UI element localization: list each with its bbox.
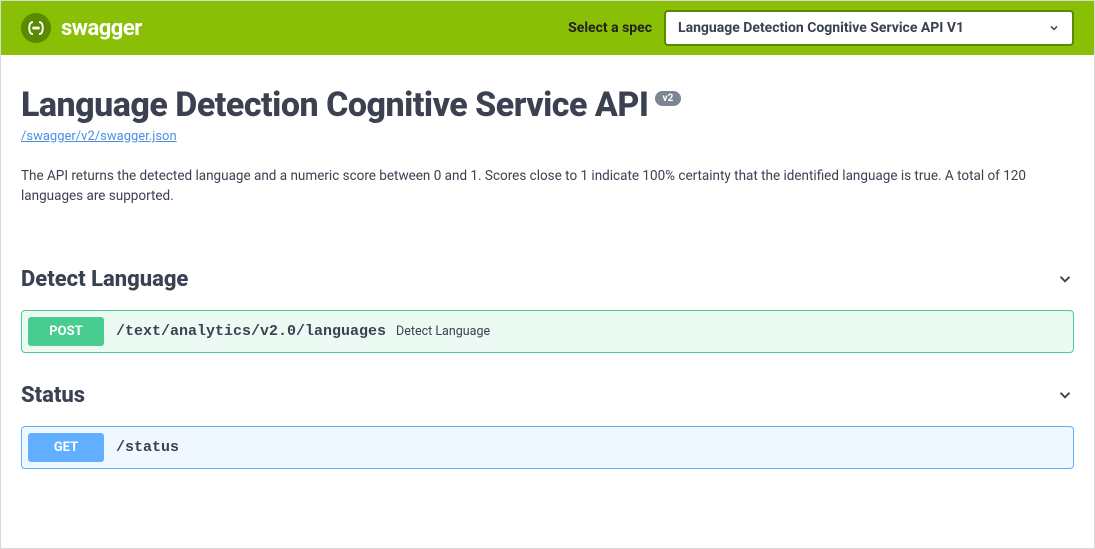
content: Language Detection Cognitive Service API… [1,55,1094,489]
chevron-down-icon [1056,270,1074,288]
operation-get-status[interactable]: GET /status [21,426,1074,469]
operation-path: /status [116,439,179,456]
tag-header-detect-language[interactable]: Detect Language [21,267,1074,300]
spec-select[interactable]: Language Detection Cognitive Service API… [664,10,1074,46]
operation-path: /text/analytics/v2.0/languages [116,323,386,340]
brand-text: swagger [61,16,142,41]
chevron-down-icon [1048,22,1060,34]
operation-summary: Detect Language [396,324,490,339]
brand: swagger [21,13,142,43]
method-badge-get: GET [28,433,104,462]
chevron-down-icon [1056,386,1074,404]
operation-post-languages[interactable]: POST /text/analytics/v2.0/languages Dete… [21,310,1074,353]
swagger-json-link[interactable]: /swagger/v2/swagger.json [21,129,177,144]
spec-selector: Select a spec Language Detection Cogniti… [568,10,1074,46]
method-badge-post: POST [28,317,104,346]
swagger-logo-icon [21,13,51,43]
tag-header-status[interactable]: Status [21,383,1074,416]
tag-name: Status [21,383,85,408]
topbar: swagger Select a spec Language Detection… [1,1,1094,55]
tag-name: Detect Language [21,267,188,292]
tag-section-detect-language: Detect Language POST /text/analytics/v2.… [21,267,1074,353]
api-description: The API returns the detected language an… [21,166,1074,207]
spec-select-value: Language Detection Cognitive Service API… [678,20,964,36]
tag-section-status: Status GET /status [21,383,1074,469]
api-title: Language Detection Cognitive Service API [21,85,649,125]
version-badge: v2 [655,91,682,106]
api-title-row: Language Detection Cognitive Service API… [21,85,1074,125]
spec-label: Select a spec [568,20,652,36]
